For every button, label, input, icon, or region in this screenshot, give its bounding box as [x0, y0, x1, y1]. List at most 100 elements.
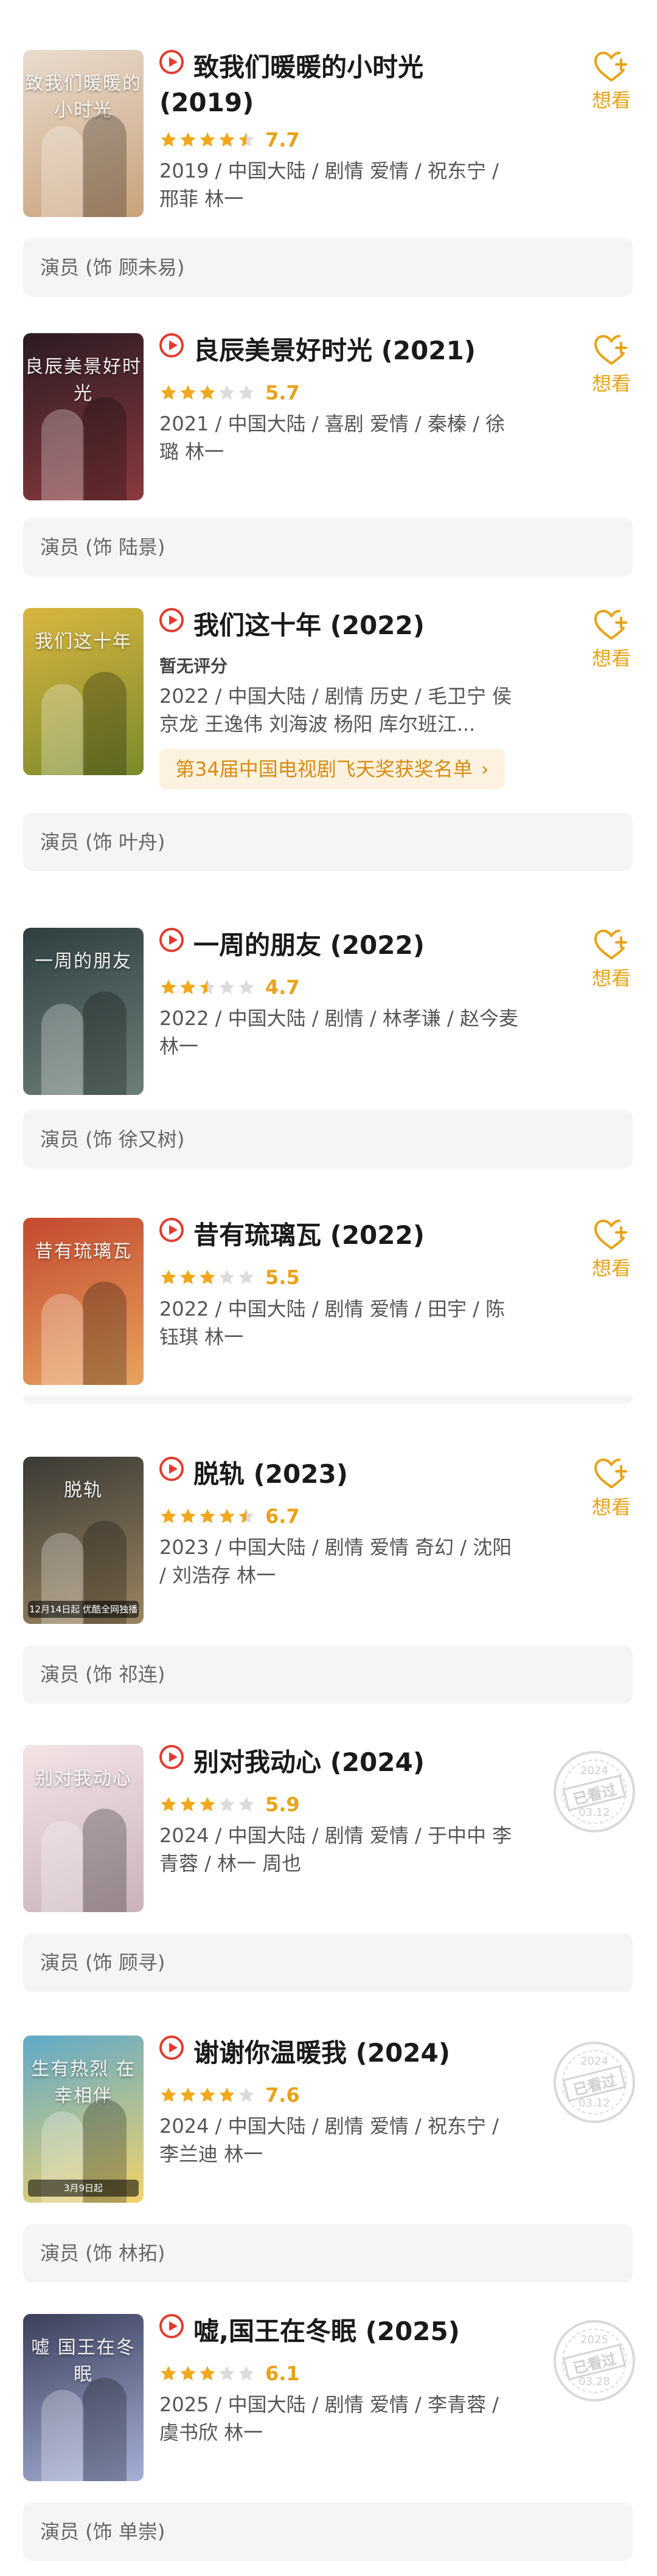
poster-image[interactable]: 一周的朋友: [23, 928, 144, 1095]
star-icon: [198, 2364, 217, 2383]
movie-meta: 2022 / 中国大陆 / 剧情 历史 / 毛卫宁 侯京龙 王逸伟 刘海波 杨阳…: [159, 685, 512, 736]
rating-row: 5.7: [159, 381, 300, 405]
want-label: 想看: [591, 967, 631, 990]
play-icon[interactable]: [159, 608, 184, 632]
play-icon[interactable]: [159, 1745, 184, 1769]
play-icon[interactable]: [159, 1457, 184, 1481]
want-to-watch-button[interactable]: 想看: [584, 1458, 639, 1520]
movie-title[interactable]: 谢谢你温暖我 (2024): [193, 2038, 450, 2068]
star-icon: [159, 384, 178, 402]
star-icon: [237, 2086, 255, 2104]
want-label: 想看: [591, 647, 631, 670]
heart-plus-icon: [584, 334, 639, 367]
want-to-watch-button[interactable]: 想看: [584, 1219, 639, 1281]
poster-title-text: 脱轨: [64, 1480, 103, 1501]
rating-score: 4.7: [265, 976, 300, 999]
role-bar[interactable]: 演员 (饰 叶舟): [23, 813, 633, 871]
poster-figure: [83, 397, 127, 500]
title-row[interactable]: 嘘,国王在冬眠 (2025): [159, 2314, 500, 2349]
title-row[interactable]: 致我们暖暖的小时光(2019): [159, 50, 500, 120]
movie-title[interactable]: 一周的朋友 (2022): [193, 930, 425, 960]
star-icon: [218, 1268, 236, 1286]
movie-title[interactable]: 致我们暖暖的小时光(2019): [159, 52, 423, 117]
poster-image[interactable]: 昔有琉璃瓦: [23, 1218, 144, 1385]
want-to-watch-button[interactable]: 想看: [584, 51, 639, 113]
star-icon: [218, 384, 236, 402]
movie-meta: 2019 / 中国大陆 / 剧情 爱情 / 祝东宁 / 邢菲 林一: [159, 159, 499, 210]
role-bar[interactable]: 演员 (饰 林拓): [23, 2224, 633, 2282]
heart-plus-icon: [584, 1219, 639, 1252]
title-row[interactable]: 谢谢你温暖我 (2024): [159, 2036, 500, 2071]
role-bar[interactable]: 演员 (饰 祁连): [23, 1645, 633, 1704]
title-row[interactable]: 一周的朋友 (2022): [159, 928, 500, 963]
star-icon: [237, 384, 255, 402]
title-row[interactable]: 昔有琉璃瓦 (2022): [159, 1218, 500, 1253]
want-to-watch-button[interactable]: 想看: [584, 609, 639, 671]
movie-title[interactable]: 我们这十年 (2022): [193, 610, 425, 640]
play-icon[interactable]: [159, 2036, 184, 2060]
poster-figure: [83, 672, 127, 775]
play-icon[interactable]: [159, 928, 184, 952]
poster-badge: 3月9日起: [28, 2180, 139, 2197]
want-label: 想看: [591, 89, 631, 112]
poster-title-text: 我们这十年: [35, 631, 132, 652]
role-bar[interactable]: 演员 (饰 单崇): [23, 2502, 633, 2561]
star-icon: [179, 1268, 197, 1286]
poster-image[interactable]: 致我们暖暖的小时光: [23, 50, 144, 217]
play-icon[interactable]: [159, 333, 184, 357]
movie-title[interactable]: 嘘,国王在冬眠 (2025): [193, 2316, 460, 2346]
poster-image[interactable]: 别对我动心: [23, 1745, 144, 1912]
movie-title[interactable]: 别对我动心 (2024): [193, 1747, 425, 1777]
poster-title-text: 昔有琉璃瓦: [35, 1241, 132, 1262]
title-row[interactable]: 良辰美景好时光 (2021): [159, 333, 500, 368]
award-link[interactable]: 第34届中国电视剧飞天奖获奖名单 ›: [159, 749, 505, 789]
rating-score: 6.7: [265, 1505, 300, 1528]
poster-title-text: 别对我动心: [35, 1768, 132, 1789]
star-icon: [179, 384, 197, 402]
movie-title[interactable]: 昔有琉璃瓦 (2022): [193, 1220, 425, 1250]
watched-stamp[interactable]: 2024 已看过 03.12: [554, 2042, 635, 2123]
movie-title[interactable]: 脱轨 (2023): [193, 1459, 348, 1489]
poster-image[interactable]: 脱轨 12月14日起 优酷全网独播: [23, 1457, 144, 1624]
title-row[interactable]: 脱轨 (2023): [159, 1457, 500, 1492]
poster-title-text: 致我们暖暖的小时光: [25, 73, 142, 121]
play-icon[interactable]: [159, 2314, 184, 2338]
stamp-year: 2025: [580, 2333, 608, 2346]
movie-meta: 2021 / 中国大陆 / 喜剧 爱情 / 秦榛 / 徐璐 林一: [159, 412, 506, 463]
poster-figure: [83, 1809, 127, 1912]
role-bar[interactable]: 演员 (饰 陆景): [23, 518, 633, 576]
poster-image[interactable]: 生有热烈 在幸相伴 3月9日起: [23, 2036, 144, 2203]
poster-title-text: 良辰美景好时光: [25, 356, 142, 404]
poster-image[interactable]: 良辰美景好时光: [23, 333, 144, 500]
star-icon: [218, 2086, 236, 2104]
star-icon: [218, 2364, 236, 2383]
star-icon: [237, 2364, 255, 2383]
title-row[interactable]: 我们这十年 (2022): [159, 608, 500, 643]
title-row[interactable]: 别对我动心 (2024): [159, 1745, 500, 1780]
star-icon: [179, 1795, 197, 1814]
role-bar[interactable]: 演员 (饰 徐又树): [23, 1110, 633, 1169]
movie-meta: 2022 / 中国大陆 / 剧情 / 林孝谦 / 赵今麦 林一: [159, 1007, 518, 1058]
movie-meta: 2025 / 中国大陆 / 剧情 爱情 / 李青蓉 / 虞书欣 林一: [159, 2393, 499, 2444]
star-icon: [179, 131, 197, 149]
watched-stamp[interactable]: 2024 已看过 03.12: [554, 1751, 635, 1832]
want-label: 想看: [591, 1257, 631, 1280]
star-icon: [159, 2364, 178, 2383]
play-icon[interactable]: [159, 1218, 184, 1242]
want-to-watch-button[interactable]: 想看: [584, 929, 639, 991]
poster-image[interactable]: 嘘 国王在冬眠: [23, 2314, 144, 2481]
poster-image[interactable]: 我们这十年: [23, 608, 144, 775]
rating-score: 7.6: [265, 2084, 300, 2107]
role-bar[interactable]: 演员 (饰 顾寻): [23, 1933, 633, 1992]
play-icon[interactable]: [159, 50, 184, 74]
movie-title[interactable]: 良辰美景好时光 (2021): [193, 336, 476, 365]
star-icon: [198, 384, 217, 402]
star-icon: [237, 1268, 255, 1286]
movie-meta: 2024 / 中国大陆 / 剧情 爱情 / 祝东宁 / 李兰迪 林一: [159, 2115, 499, 2166]
watched-stamp[interactable]: 2025 已看过 03.28: [554, 2320, 635, 2402]
poster-figure: [83, 1282, 127, 1385]
role-bar[interactable]: 演员 (饰 顾未易): [23, 238, 633, 297]
star-icon: [237, 978, 255, 996]
want-to-watch-button[interactable]: 想看: [584, 334, 639, 396]
rating-score: 7.7: [265, 128, 300, 151]
